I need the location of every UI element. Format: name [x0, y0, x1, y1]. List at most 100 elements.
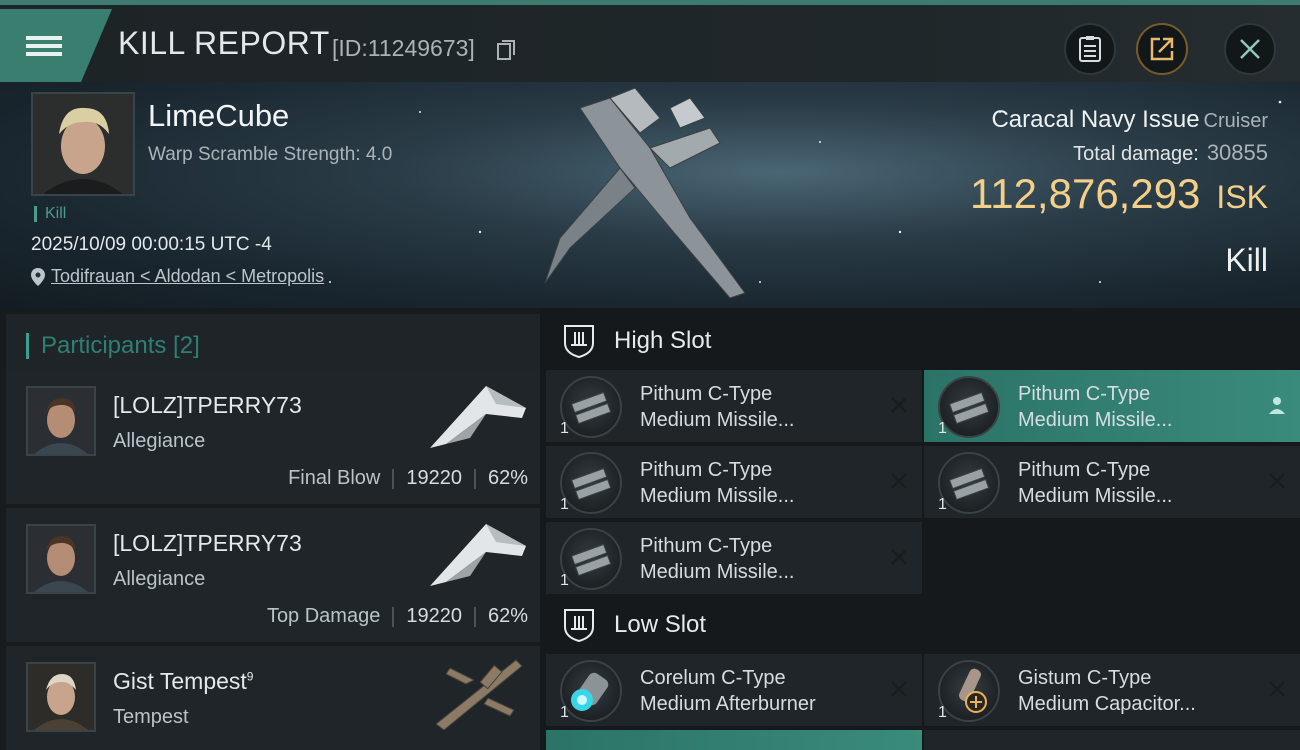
missile-launcher-icon: [938, 376, 1000, 438]
module-item[interactable]: 1 Pithum C-Type Medium Missile...: [924, 370, 1300, 442]
victim-portrait[interactable]: [31, 92, 135, 196]
clipboard-icon: [1079, 36, 1101, 62]
destroyed-icon: [1269, 473, 1285, 489]
participant-ship: Allegiance: [113, 430, 206, 452]
participant-row[interactable]: [LOLZ]TPERRY73 Allegiance Final Blow 192…: [6, 370, 540, 504]
fitting-panel: High Slot 1 Pithum C-Type Medium Missile.…: [540, 308, 1300, 750]
isk-amount: 112,876,293: [969, 170, 1201, 217]
destroyed-icon: [891, 549, 907, 565]
participant-stats: Top Damage 19220 62%: [267, 605, 528, 628]
page-title: KILL REPORT: [118, 25, 330, 61]
missile-launcher-icon: [938, 452, 1000, 514]
destroyed-icon: [891, 681, 907, 697]
ship-class: Cruiser: [1203, 110, 1268, 132]
person-icon: [1269, 397, 1285, 414]
kill-summary-panel: LimeCube Warp Scramble Strength: 4.0 Kil…: [0, 82, 1300, 308]
close-icon: [1240, 39, 1260, 59]
allegiance-ship-icon: [430, 524, 526, 586]
close-button[interactable]: [1224, 23, 1276, 75]
module-name: Pithum C-Type Medium Missile...: [640, 535, 795, 583]
victim-name[interactable]: LimeCube: [148, 98, 289, 134]
missile-launcher-icon: [560, 452, 622, 514]
module-item-partial[interactable]: [924, 730, 1300, 750]
total-damage-label: Total damage:: [1073, 143, 1199, 165]
high-slot-header: High Slot: [546, 312, 1300, 370]
ship-name: Caracal Navy Issue: [991, 106, 1200, 133]
participants-panel: Participants [2] [LOLZ]TPERRY73 Allegian…: [0, 308, 540, 750]
location-link[interactable]: Todifrauan < Aldodan < Metropolis: [51, 266, 324, 287]
low-slot-label: Low Slot: [614, 611, 707, 638]
module-name: Gistum C-Type Medium Capacitor...: [1018, 667, 1196, 715]
menu-icon: [26, 32, 62, 60]
module-item-partial[interactable]: [546, 730, 922, 750]
participant-row[interactable]: [LOLZ]TPERRY73 Allegiance Top Damage 192…: [6, 508, 540, 642]
high-slot-label: High Slot: [614, 327, 712, 354]
participant-name-superscript: 9: [246, 669, 254, 684]
participant-role: Final Blow: [288, 467, 381, 489]
participants-header: Participants [2]: [6, 314, 540, 374]
module-quantity: 1: [938, 704, 947, 721]
participant-damage: 19220: [406, 605, 462, 627]
total-damage: Total damage: 30855: [1073, 140, 1268, 166]
capacitor-icon: [938, 660, 1000, 722]
total-damage-value: 30855: [1206, 140, 1268, 165]
low-slot-header: Low Slot: [546, 596, 1300, 654]
participant-stats: Final Blow 19220 62%: [288, 467, 528, 490]
high-slot-icon: [564, 325, 594, 359]
participant-avatar: [26, 386, 96, 456]
module-item[interactable]: 1 Pithum C-Type Medium Missile...: [924, 446, 1300, 518]
participant-name: [LOLZ]TPERRY73: [113, 392, 302, 418]
participant-ship: Tempest: [113, 706, 189, 728]
destroyed-icon: [891, 397, 907, 413]
participant-percent: 62%: [487, 467, 528, 489]
destroyed-icon: [891, 473, 907, 489]
afterburner-icon: [560, 660, 622, 722]
menu-button[interactable]: [0, 9, 112, 83]
missile-launcher-icon: [560, 528, 622, 590]
share-icon: [1150, 37, 1174, 61]
participant-percent: 62%: [487, 605, 528, 627]
clipboard-button[interactable]: [1064, 23, 1116, 75]
warp-scramble-strength: Warp Scramble Strength: 4.0: [148, 144, 393, 165]
participant-name: [LOLZ]TPERRY73: [113, 530, 302, 556]
kill-tag: Kill: [34, 206, 66, 222]
module-quantity: 1: [938, 496, 947, 513]
kill-location[interactable]: Todifrauan < Aldodan < Metropolis: [31, 266, 324, 287]
module-item[interactable]: 1 Gistum C-Type Medium Capacitor...: [924, 654, 1300, 726]
allegiance-ship-icon: [430, 386, 526, 448]
victim-ship[interactable]: Caracal Navy Issue Cruiser: [991, 106, 1268, 134]
share-button[interactable]: [1136, 23, 1188, 75]
participant-row[interactable]: Gist Tempest9 Tempest: [6, 646, 540, 750]
module-name: Pithum C-Type Medium Missile...: [640, 383, 795, 431]
module-quantity: 1: [560, 704, 569, 721]
participant-ship: Allegiance: [113, 568, 206, 590]
module-quantity: 1: [560, 496, 569, 513]
module-name: Pithum C-Type Medium Missile...: [1018, 459, 1173, 507]
module-quantity: 1: [560, 572, 569, 589]
module-item[interactable]: 1 Pithum C-Type Medium Missile...: [546, 370, 922, 442]
victim-ship-render: [544, 88, 746, 299]
participant-role: Top Damage: [266, 605, 381, 627]
module-item[interactable]: 1 Pithum C-Type Medium Missile...: [546, 446, 922, 518]
kill-result: Kill: [1225, 242, 1268, 278]
participant-avatar: [26, 662, 96, 732]
module-name: Corelum C-Type Medium Afterburner: [640, 667, 816, 715]
top-bar: KILL REPORT [ID:11249673]: [0, 0, 1300, 83]
missile-launcher-icon: [560, 376, 622, 438]
destroyed-icon: [1269, 681, 1285, 697]
module-item[interactable]: 1 Pithum C-Type Medium Missile...: [546, 522, 922, 594]
isk-value: 112,876,293 ISK: [970, 170, 1268, 218]
copy-icon[interactable]: [497, 40, 515, 60]
module-name: Pithum C-Type Medium Missile...: [1018, 383, 1173, 431]
isk-unit: ISK: [1216, 179, 1268, 215]
module-item[interactable]: 1 Corelum C-Type Medium Afterburner: [546, 654, 922, 726]
participant-avatar: [26, 524, 96, 594]
report-id: [ID:11249673]: [332, 35, 475, 61]
module-quantity: 1: [560, 420, 569, 437]
module-quantity: 1: [938, 420, 947, 437]
participant-name: Gist Tempest9: [113, 668, 254, 694]
low-slot-icon: [564, 609, 594, 643]
location-pin-icon: [31, 267, 45, 286]
participants-title: Participants [2]: [26, 333, 200, 359]
tempest-ship-icon: [435, 659, 523, 730]
